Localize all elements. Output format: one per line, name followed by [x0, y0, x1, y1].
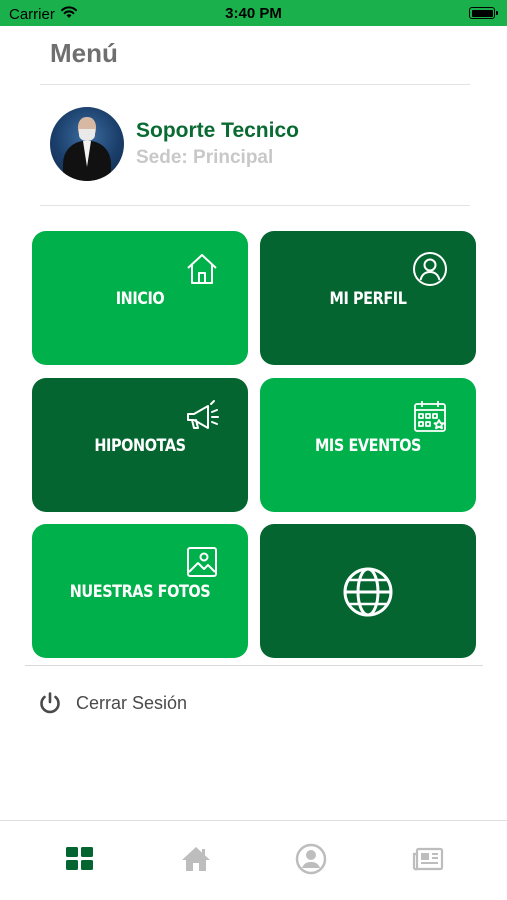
tab-menu[interactable] — [62, 841, 98, 877]
grid-icon — [66, 847, 93, 870]
status-time: 3:40 PM — [225, 5, 282, 22]
profile-card[interactable]: Soporte Tecnico Sede: Principal — [50, 107, 470, 183]
profile-name: Soporte Tecnico — [136, 119, 299, 142]
tile-hiponotas[interactable]: HIPONOTAS — [32, 378, 248, 512]
tile-mis-eventos[interactable]: MIS EVENTOS — [260, 378, 476, 512]
tile-label: MIS EVENTOS — [314, 436, 422, 456]
tile-inicio[interactable]: INICIO — [32, 231, 248, 365]
tab-profile[interactable] — [293, 841, 329, 877]
tile-nuestras-fotos[interactable]: NUESTRAS FOTOS — [32, 524, 248, 658]
avatar — [50, 107, 124, 181]
tab-home[interactable] — [178, 841, 214, 877]
tile-label: MI PERFIL — [329, 289, 407, 309]
user-icon — [295, 843, 327, 875]
status-bar: Carrier 3:40 PM — [0, 0, 507, 26]
logout-button[interactable]: Cerrar Sesión — [38, 690, 187, 716]
divider — [25, 665, 483, 666]
home-icon — [182, 847, 210, 871]
tile-mi-perfil[interactable]: MI PERFIL — [260, 231, 476, 365]
divider — [40, 205, 470, 206]
tab-bar — [0, 820, 507, 900]
tile-web[interactable] — [260, 524, 476, 658]
user-circle-icon — [412, 251, 448, 287]
tile-label: NUESTRAS FOTOS — [69, 582, 211, 602]
divider — [40, 84, 470, 85]
tab-news[interactable] — [410, 841, 446, 877]
globe-icon — [342, 566, 394, 618]
logout-label: Cerrar Sesión — [76, 692, 188, 713]
home-icon — [184, 251, 220, 287]
image-icon — [184, 544, 220, 580]
news-icon — [412, 847, 444, 871]
calendar-icon — [412, 398, 448, 434]
profile-branch: Sede: Principal — [136, 147, 274, 168]
tile-label: HIPONOTAS — [94, 436, 186, 456]
tile-label: INICIO — [115, 289, 165, 309]
power-icon — [38, 691, 62, 715]
megaphone-icon — [184, 398, 220, 434]
page-title: Menú — [50, 38, 118, 68]
battery-icon — [469, 7, 498, 19]
